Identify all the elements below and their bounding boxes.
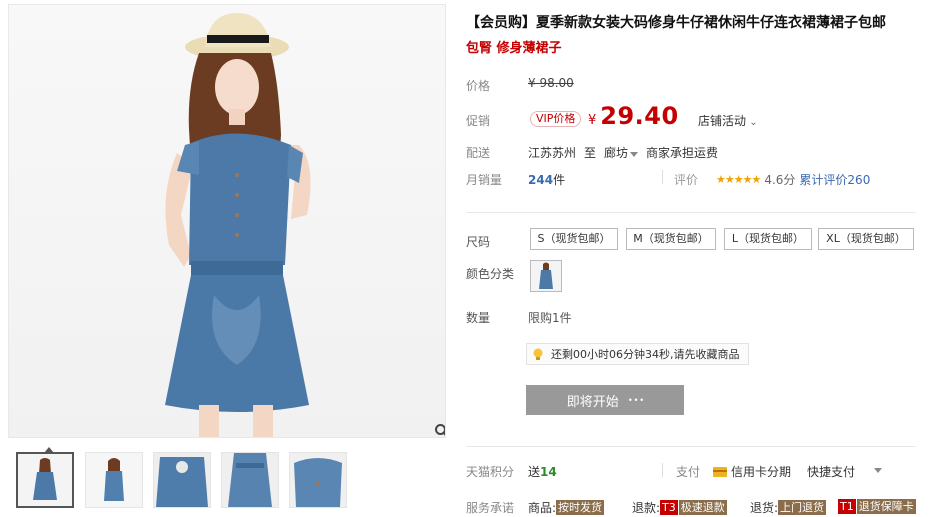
review-summary: 评价 ★★★★★ 4.6分 累计评价260 xyxy=(674,171,870,188)
divider xyxy=(466,446,916,447)
service-code-badge: T3 xyxy=(660,500,678,515)
divider xyxy=(466,212,916,213)
size-option-m[interactable]: M（现货包邮） xyxy=(626,228,716,250)
coming-soon-button[interactable]: 即将开始 • • • xyxy=(526,385,684,415)
divider xyxy=(662,463,663,477)
service-badge: 退货保障卡 xyxy=(856,499,916,514)
thumbnail-1[interactable] xyxy=(16,452,74,508)
thumbnail-3[interactable] xyxy=(153,452,211,508)
payment-label: 支付 xyxy=(676,465,701,479)
thumbnail-5[interactable] xyxy=(289,452,347,508)
sales-unit: 件 xyxy=(553,173,566,187)
currency-symbol: ¥ xyxy=(588,113,597,128)
quantity-label: 数量 xyxy=(466,311,491,325)
service-prefix: 退款: xyxy=(632,501,661,515)
shipping-fee: 商家承担运费 xyxy=(646,146,719,160)
tmall-points: 送14 xyxy=(528,463,557,480)
price-label: 价格 xyxy=(466,79,491,93)
review-label: 评价 xyxy=(674,173,699,187)
ship-from: 江苏苏州 xyxy=(528,146,577,160)
product-page: 【会员购】夏季新款女装大码修身牛仔裙休闲牛仔连衣裙薄裙子包邮 包腎 修身薄裙子 … xyxy=(0,0,930,517)
ship-to-word: 至 xyxy=(584,146,597,160)
thumbnail-4[interactable] xyxy=(221,452,279,508)
ship-destination-select[interactable]: 廊坊 xyxy=(604,144,639,161)
size-option-l[interactable]: L（现货包邮） xyxy=(724,228,812,250)
caret-down-icon[interactable] xyxy=(874,468,882,473)
star-rating-icon: ★★★★★ xyxy=(716,173,761,186)
promo-label: 促销 xyxy=(466,114,491,128)
zoom-icon[interactable] xyxy=(434,423,445,437)
quick-pay-label[interactable]: 快捷支付 xyxy=(807,463,855,480)
service-badge: 按时发货 xyxy=(556,500,605,515)
service-refund[interactable]: 退款: T3 极速退款 xyxy=(632,499,727,516)
service-label: 服务承诺 xyxy=(466,501,515,515)
main-product-image[interactable] xyxy=(8,4,446,438)
delivery-info: 江苏苏州 至 廊坊 商家承担运费 xyxy=(528,144,718,161)
service-prefix: 退货: xyxy=(750,501,779,515)
countdown-text: 还剩00小时06分钟34秒,请先收藏商品 xyxy=(551,348,740,361)
service-guarantee[interactable]: T1 退货保障卡 xyxy=(838,499,916,514)
purchase-limit: 限购1件 xyxy=(528,311,572,325)
service-prefix: 商品: xyxy=(528,501,557,515)
chevron-down-icon: ⌄ xyxy=(746,117,758,128)
service-badge: 极速退款 xyxy=(678,500,727,515)
current-price: ¥29.40 xyxy=(588,102,679,130)
rating-score: 4.6分 xyxy=(764,173,796,187)
thumbnail-2[interactable] xyxy=(85,452,143,508)
shop-activity-dropdown[interactable]: 店铺活动 ⌄ xyxy=(698,112,758,129)
sales-count: 244 xyxy=(528,173,554,187)
service-return[interactable]: 退货: 上门退货 xyxy=(750,499,827,516)
delivery-label: 配送 xyxy=(466,146,491,160)
color-label: 颜色分类 xyxy=(466,267,515,281)
countdown-notice: 还剩00小时06分钟34秒,请先收藏商品 xyxy=(526,343,749,365)
service-code-badge: T1 xyxy=(838,499,856,514)
color-swatch[interactable] xyxy=(530,260,562,292)
points-value: 14 xyxy=(540,465,557,479)
review-count-link[interactable]: 累计评价260 xyxy=(799,171,870,188)
coming-soon-label: 即将开始 xyxy=(566,393,619,409)
credit-card-icon xyxy=(713,466,727,477)
service-shipping[interactable]: 商品: 按时发货 xyxy=(528,499,605,516)
thumbnail-strip xyxy=(8,446,446,512)
vip-price-badge: VIP价格 xyxy=(530,111,582,127)
monthly-sales: 244件 xyxy=(528,171,565,188)
divider xyxy=(662,170,663,184)
size-option-s[interactable]: S（现货包邮） xyxy=(530,228,618,250)
monthly-sales-label: 月销量 xyxy=(466,173,503,187)
tmall-points-label: 天猫积分 xyxy=(466,465,515,479)
credit-installment-label: 信用卡分期 xyxy=(731,465,792,479)
size-label: 尺码 xyxy=(466,235,491,249)
caret-down-icon xyxy=(630,152,639,157)
current-price-value: 29.40 xyxy=(600,102,679,130)
shop-activity-label: 店铺活动 xyxy=(698,114,747,128)
model-in-denim-dress-image xyxy=(165,13,311,437)
original-price: ¥ 98.00 xyxy=(528,76,574,90)
product-subtitle: 包腎 修身薄裙子 xyxy=(466,41,562,56)
points-prefix: 送 xyxy=(528,465,541,479)
lightbulb-icon xyxy=(533,348,543,360)
product-title: 【会员购】夏季新款女装大码修身牛仔裙休闲牛仔连衣裙薄裙子包邮 xyxy=(466,15,886,31)
service-badge: 上门退货 xyxy=(778,500,827,515)
ship-destination: 廊坊 xyxy=(604,146,629,160)
credit-installment-link[interactable]: 信用卡分期 xyxy=(713,463,791,480)
size-option-xl[interactable]: XL（现货包邮） xyxy=(818,228,914,250)
loading-dots: • • • xyxy=(628,395,644,405)
